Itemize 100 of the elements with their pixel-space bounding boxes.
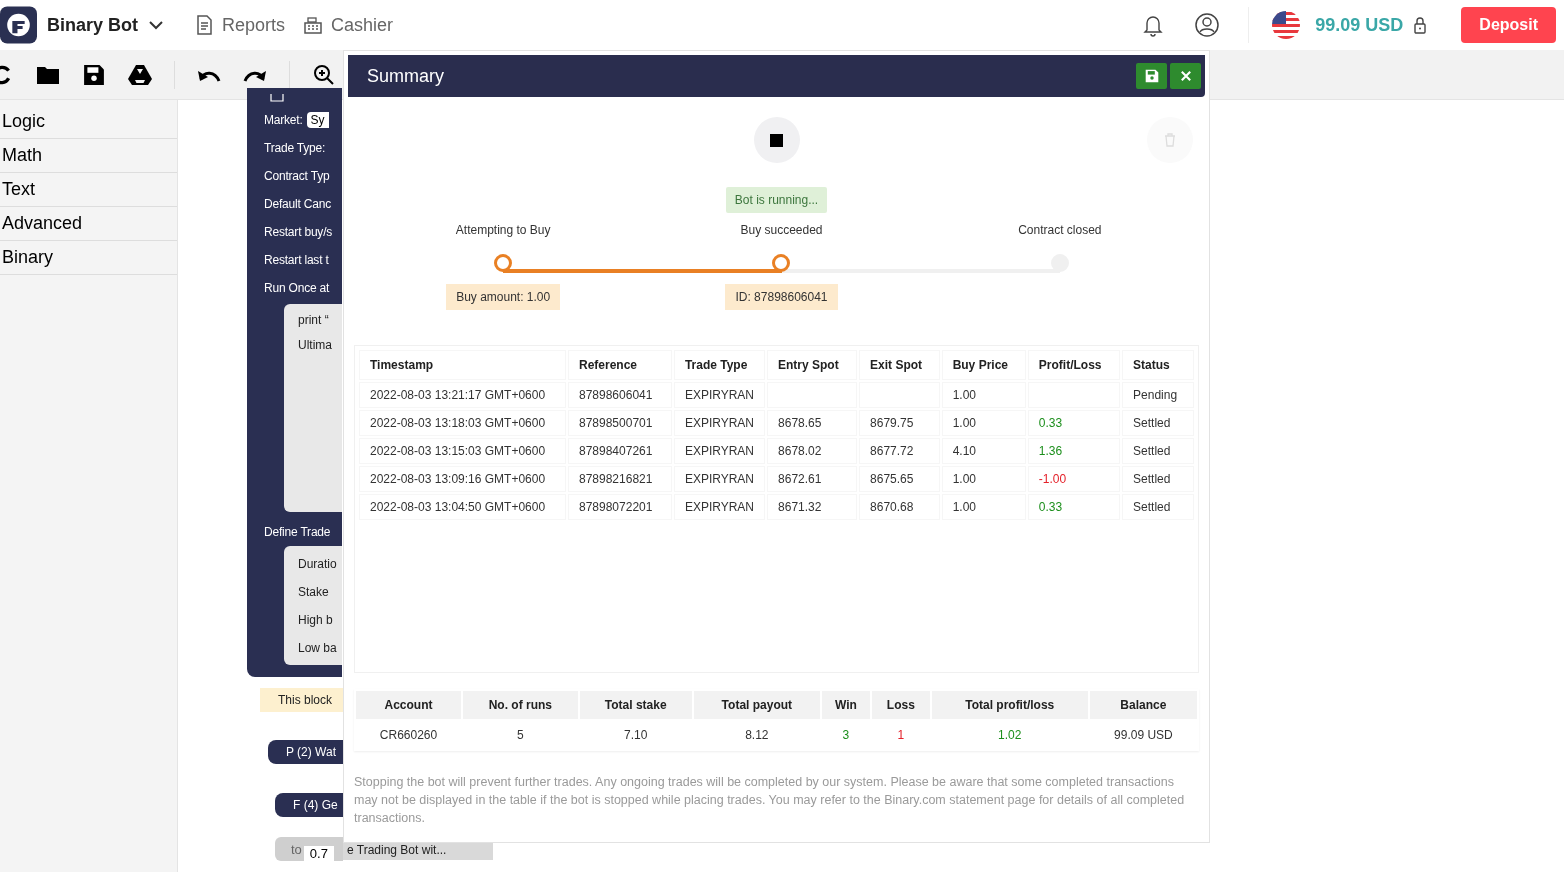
- flag-icon[interactable]: [1271, 10, 1302, 40]
- table-cell: -1.00: [1027, 466, 1121, 492]
- save-icon: [1144, 69, 1159, 83]
- collapse-icon[interactable]: [270, 94, 284, 102]
- table-cell: 8675.65: [859, 466, 940, 492]
- nested-block[interactable]: print “ Ultima: [284, 304, 342, 512]
- table-cell-text: 8.12: [744, 727, 770, 744]
- user-icon[interactable]: [1194, 12, 1221, 38]
- number-field[interactable]: 0.7: [303, 845, 334, 861]
- table-cell: 87898500701: [568, 410, 672, 436]
- save-button[interactable]: [1136, 63, 1167, 89]
- column-header: Buy Price: [941, 350, 1026, 380]
- category-item[interactable]: Text: [0, 173, 177, 207]
- table-cell: EXPIRYRAN: [673, 494, 766, 520]
- step-label: Attempting to Buy: [455, 223, 551, 239]
- step-label: Buy succeeded: [740, 223, 823, 239]
- column-header: Profit/Loss: [1027, 350, 1121, 380]
- table-cell: 8679.75: [859, 410, 940, 436]
- table-cell: 8670.68: [859, 494, 940, 520]
- category-item[interactable]: Logic: [0, 105, 177, 139]
- block-label: Restart buy/s: [264, 225, 333, 239]
- table-cell: 0.33: [1027, 410, 1121, 436]
- block-label: Trade Type:: [264, 141, 326, 155]
- lock-icon: [1413, 16, 1428, 34]
- table-cell: Settled: [1122, 438, 1194, 464]
- table-cell: Pending: [1122, 382, 1194, 408]
- trade-parameters-block[interactable]: Market: Sy Trade Type: Contract Typ Default Canc Restart buy/s Restart last t Run Once at print “ Ultima Define Trade Duratio Stake High b Low ba: [247, 88, 342, 677]
- close-icon: [1178, 69, 1193, 83]
- app-name[interactable]: Binary Bot: [47, 14, 138, 36]
- step-label: Contract closed: [1018, 223, 1102, 239]
- column-header: Timestamp: [359, 350, 566, 380]
- block-label: print “: [298, 312, 330, 329]
- stop-button[interactable]: [753, 117, 800, 163]
- nested-block[interactable]: Duratio Stake High b Low ba: [284, 546, 342, 665]
- drive-icon[interactable]: [128, 63, 152, 86]
- block-label: Run Once at: [264, 281, 330, 295]
- procedure-block[interactable]: F (4) Ge: [275, 793, 343, 817]
- to-block[interactable]: to 0.7: [275, 837, 343, 861]
- block-label: Default Canc: [264, 197, 331, 211]
- category-item[interactable]: Math: [0, 139, 177, 173]
- logo-icon[interactable]: [0, 5, 37, 45]
- table-cell: 87898407261: [568, 438, 672, 464]
- block-label: Contract Typ: [264, 169, 330, 183]
- nav-link[interactable]: Cashier: [303, 14, 394, 36]
- chevron-down-icon[interactable]: [148, 20, 164, 30]
- table-cell: 2022-08-03 13:04:50 GMT+0600: [359, 494, 566, 520]
- table-cell-text: 1: [896, 727, 906, 744]
- category-item[interactable]: Binary: [0, 241, 177, 275]
- block-label: High b: [298, 612, 334, 629]
- column-header: Win: [821, 691, 870, 719]
- block-label: Market:: [264, 113, 303, 127]
- column-header: No. of runs: [463, 691, 578, 719]
- bot-status: Bot is running...: [725, 187, 828, 213]
- procedure-block[interactable]: P (2) Wat: [268, 740, 343, 764]
- category-item[interactable]: Advanced: [0, 207, 177, 241]
- table-cell: 1.36: [1027, 438, 1121, 464]
- zoom-in-icon[interactable]: [312, 63, 336, 86]
- column-header: Trade Type: [673, 350, 766, 380]
- table-cell: 2022-08-03 13:09:16 GMT+0600: [359, 466, 566, 492]
- table-cell: 2022-08-03 13:18:03 GMT+0600: [359, 410, 566, 436]
- block-label: Define Trade: [264, 525, 331, 539]
- table-cell: 8677.72: [859, 438, 940, 464]
- table-cell-text: 5: [516, 727, 525, 744]
- table-cell: 8672.61: [767, 466, 858, 492]
- cash-register-icon: [303, 15, 324, 35]
- table-cell: Settled: [1122, 410, 1194, 436]
- comment-block[interactable]: This block: [260, 688, 343, 712]
- close-button[interactable]: [1170, 63, 1201, 89]
- column-header: Exit Spot: [859, 350, 940, 380]
- nav-link[interactable]: Reports: [194, 14, 286, 36]
- table-cell: EXPIRYRAN: [673, 410, 766, 436]
- table-cell: 1.00: [941, 494, 1026, 520]
- table-cell: 4.10: [941, 438, 1026, 464]
- column-header: Total profit/loss: [931, 691, 1088, 719]
- column-header: Reference: [568, 350, 672, 380]
- step-tooltip: ID: 87898606041: [725, 284, 838, 310]
- block-label: Stake: [298, 584, 330, 601]
- table-cell: EXPIRYRAN: [673, 382, 766, 408]
- table-cell: 2022-08-03 13:15:03 GMT+0600: [359, 438, 566, 464]
- table-cell: Settled: [1122, 494, 1194, 520]
- table-cell: 8678.02: [767, 438, 858, 464]
- column-header: Total payout: [693, 691, 820, 719]
- disclaimer-text: Stopping the bot will prevent further trades. Any ongoing trades will be completed by our system. Please be aware that some completed transactions may not be displayed in the table if the bot is stopped while placing trades. You may refer to the Binary.com statement page for details of all completed transactions.: [354, 774, 1186, 827]
- table-cell-text: 99.09 USD: [1113, 727, 1174, 744]
- column-header: Balance: [1089, 691, 1197, 719]
- table-cell: 2022-08-03 13:21:17 GMT+0600: [359, 382, 566, 408]
- block-label: Duratio: [298, 556, 338, 573]
- column-header: Status: [1122, 350, 1194, 380]
- table-cell: 0.33: [1027, 494, 1121, 520]
- table-cell-text: 3: [841, 727, 851, 744]
- market-dropdown[interactable]: Sy: [306, 112, 329, 128]
- table-cell: 1.00: [941, 382, 1026, 408]
- save-icon[interactable]: [82, 63, 106, 86]
- table-cell: 1.00: [941, 466, 1026, 492]
- table-cell: EXPIRYRAN: [673, 466, 766, 492]
- step-tooltip: Buy amount: 1.00: [446, 284, 561, 310]
- table-cell: 87898216821: [568, 466, 672, 492]
- table-cell: 8671.32: [767, 494, 858, 520]
- table-cell-text: 7.10: [623, 727, 649, 744]
- table-cell: Settled: [1122, 466, 1194, 492]
